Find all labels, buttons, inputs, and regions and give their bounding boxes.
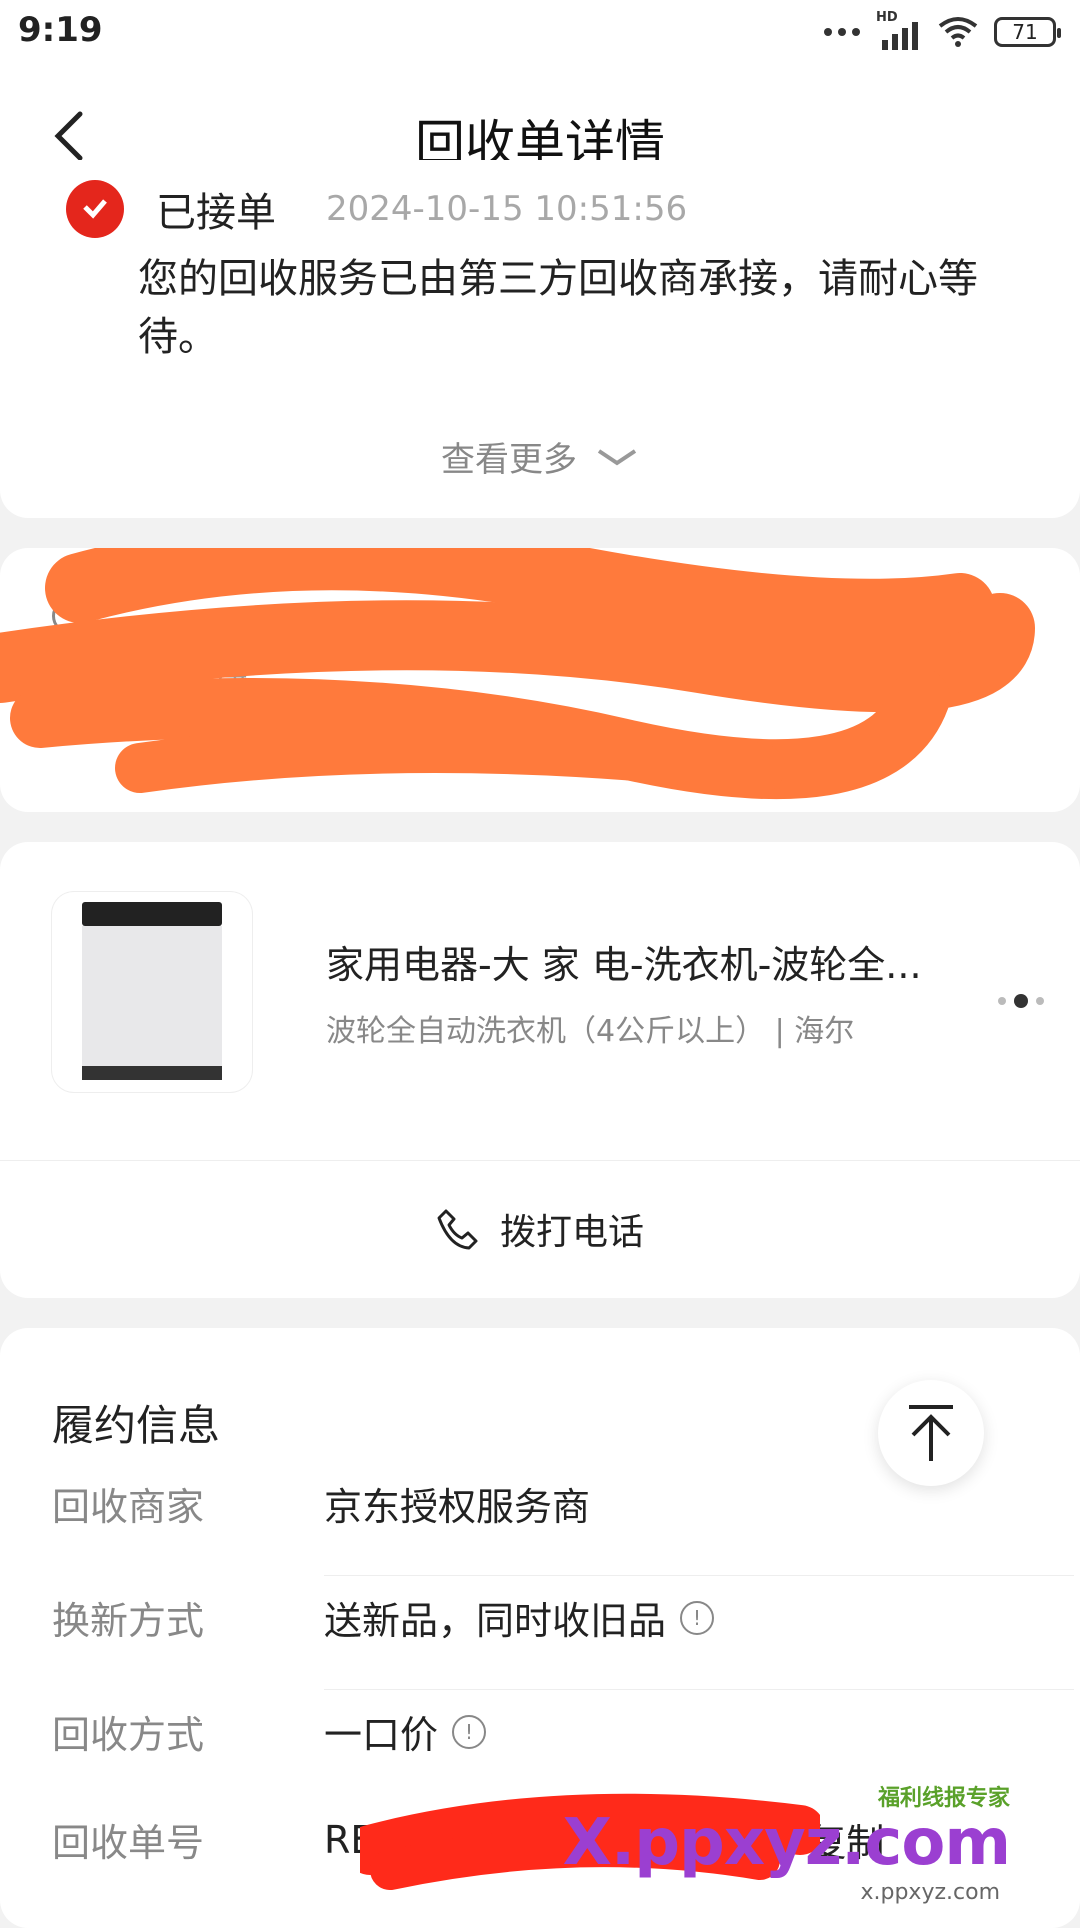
status-bar: 9:19 HD 71 [0,0,1080,64]
info-row-renew-method: 换新方式 送新品，同时收旧品 ! [52,1590,1074,1700]
status-time: 9:19 [18,10,103,50]
see-more-label: 查看更多 [441,440,577,480]
info-value: 京东授权服务商 [324,1485,591,1529]
chevron-down-icon [597,448,637,465]
info-icon[interactable]: ! [452,1714,487,1749]
info-label: 回收方式 [52,1713,205,1757]
watermark-big: X.ppxyz.com [562,1806,1011,1880]
address-card: 街道城建 [0,548,1080,812]
info-label: 回收商家 [52,1485,205,1529]
wifi-icon [938,17,978,47]
phone-icon [437,1209,478,1250]
info-icon[interactable]: ! [680,1600,715,1635]
info-value: 送新品，同时收旧品 ! [324,1590,715,1645]
more-dots-icon [824,28,860,36]
status-icons: HD 71 [824,10,1061,50]
scroll-top-button[interactable] [878,1380,984,1486]
watermark: 福利线报专家 X.ppxyz.com x.ppxyz.com [563,1780,1050,1920]
status-timestamp: 2024-10-15 10:51:56 [326,189,688,229]
product-subtitle: 波轮全自动洗衣机（4公斤以上） | 海尔 [326,1014,855,1049]
see-more-button[interactable]: 查看更多 [0,432,1080,481]
call-button[interactable]: 拨打电话 [0,1160,1080,1298]
signal-icon: HD [876,10,922,50]
more-options-icon[interactable] [998,994,1044,1008]
product-card[interactable]: 家用电器-大 家 电-洗衣机-波轮全... 波轮全自动洗衣机（4公斤以上） | … [0,842,1080,1298]
status-message: 您的回收服务已由第三方回收商承接，请耐心等待。 [138,256,978,360]
watermark-url: x.ppxyz.com [860,1880,1000,1905]
product-title: 家用电器-大 家 电-洗衣机-波轮全... [326,943,922,987]
washing-machine-image [52,892,252,1092]
info-value: 一口价 ! [324,1704,487,1759]
info-row-merchant: 回收商家 京东授权服务商 [52,1476,1074,1586]
redaction-scribble [0,548,1035,800]
status-row: 已接单 2024-10-15 10:51:56 [66,180,687,238]
section-title: 履约信息 [52,1401,221,1450]
progress-card: 已接单 2024-10-15 10:51:56 您的回收服务已由第三方回收商承接… [0,160,1080,518]
info-label: 换新方式 [52,1599,205,1643]
call-label: 拨打电话 [499,1212,644,1253]
arrow-up-icon [909,1405,953,1461]
status-label: 已接单 [156,190,276,236]
info-label: 回收单号 [52,1821,205,1865]
battery-icon: 71 [994,17,1061,47]
check-icon [66,180,124,238]
